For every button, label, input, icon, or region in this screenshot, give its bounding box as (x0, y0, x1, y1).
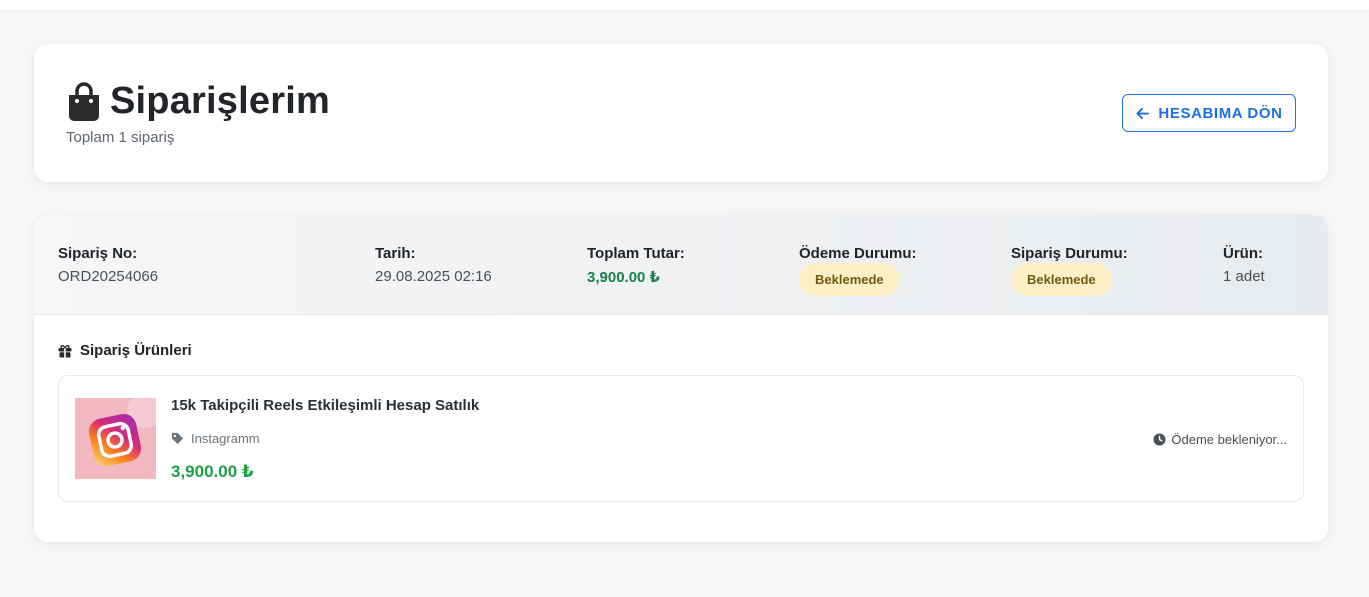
item-status-text: Ödeme bekleniyor... (1171, 432, 1287, 447)
page-title-row: Siparişlerim (66, 80, 330, 123)
order-items-heading: Sipariş Ürünleri (58, 342, 192, 359)
order-status-field: Sipariş Durumu: Beklemede (1011, 245, 1128, 296)
order-count-text: Toplam 1 sipariş (66, 129, 175, 146)
product-count-label: Ürün: (1223, 245, 1263, 262)
order-status-badge: Beklemede (1011, 263, 1112, 296)
payment-status-badge: Beklemede (799, 263, 900, 296)
tag-icon (171, 432, 184, 445)
gift-icon (58, 344, 72, 357)
page-title: Siparişlerim (110, 80, 330, 122)
payment-status-label: Ödeme Durumu: (799, 245, 917, 262)
orders-header-card: Siparişlerim Toplam 1 sipariş HESABIMA D… (34, 44, 1328, 182)
product-category-text: Instagramm (191, 431, 260, 446)
clock-icon (1153, 433, 1166, 446)
order-number-label: Sipariş No: (58, 245, 138, 262)
product-price: 3,900.00 ₺ (171, 462, 254, 481)
order-total-label: Toplam Tutar: (587, 245, 685, 262)
order-item[interactable]: 15k Takipçili Reels Etkileşimli Hesap Sa… (58, 375, 1304, 502)
order-date-label: Tarih: (375, 245, 416, 262)
order-date-field: Tarih: 29.08.2025 02:16 (375, 245, 492, 285)
product-category: Instagramm (171, 431, 260, 446)
back-button-label: HESABIMA DÖN (1158, 104, 1283, 122)
order-card: Sipariş No: ORD20254066 Tarih: 29.08.202… (34, 215, 1328, 542)
order-number-value: ORD20254066 (58, 268, 159, 285)
order-total-value: 3,900.00 ₺ (587, 269, 660, 286)
instagram-logo-icon (75, 398, 156, 479)
order-number-field: Sipariş No: ORD20254066 (58, 245, 158, 285)
product-title[interactable]: 15k Takipçili Reels Etkileşimli Hesap Sa… (171, 397, 479, 414)
shopping-bag-icon (69, 81, 99, 121)
order-items-heading-text: Sipariş Ürünleri (80, 342, 192, 359)
order-summary-header: Sipariş No: ORD20254066 Tarih: 29.08.202… (34, 215, 1328, 315)
order-date-value: 29.08.2025 02:16 (375, 268, 492, 285)
order-total-field: Toplam Tutar: 3,900.00 ₺ (587, 245, 685, 286)
product-count-value: 1 adet (1223, 268, 1265, 285)
order-status-label: Sipariş Durumu: (1011, 245, 1128, 262)
product-count-field: Ürün: 1 adet (1223, 245, 1265, 285)
item-payment-status: Ödeme bekleniyor... (1153, 432, 1287, 447)
back-to-account-button[interactable]: HESABIMA DÖN (1122, 94, 1296, 132)
top-nav-strip (0, 0, 1369, 10)
payment-status-field: Ödeme Durumu: Beklemede (799, 245, 917, 296)
product-image (75, 398, 156, 479)
arrow-left-icon (1136, 107, 1150, 119)
